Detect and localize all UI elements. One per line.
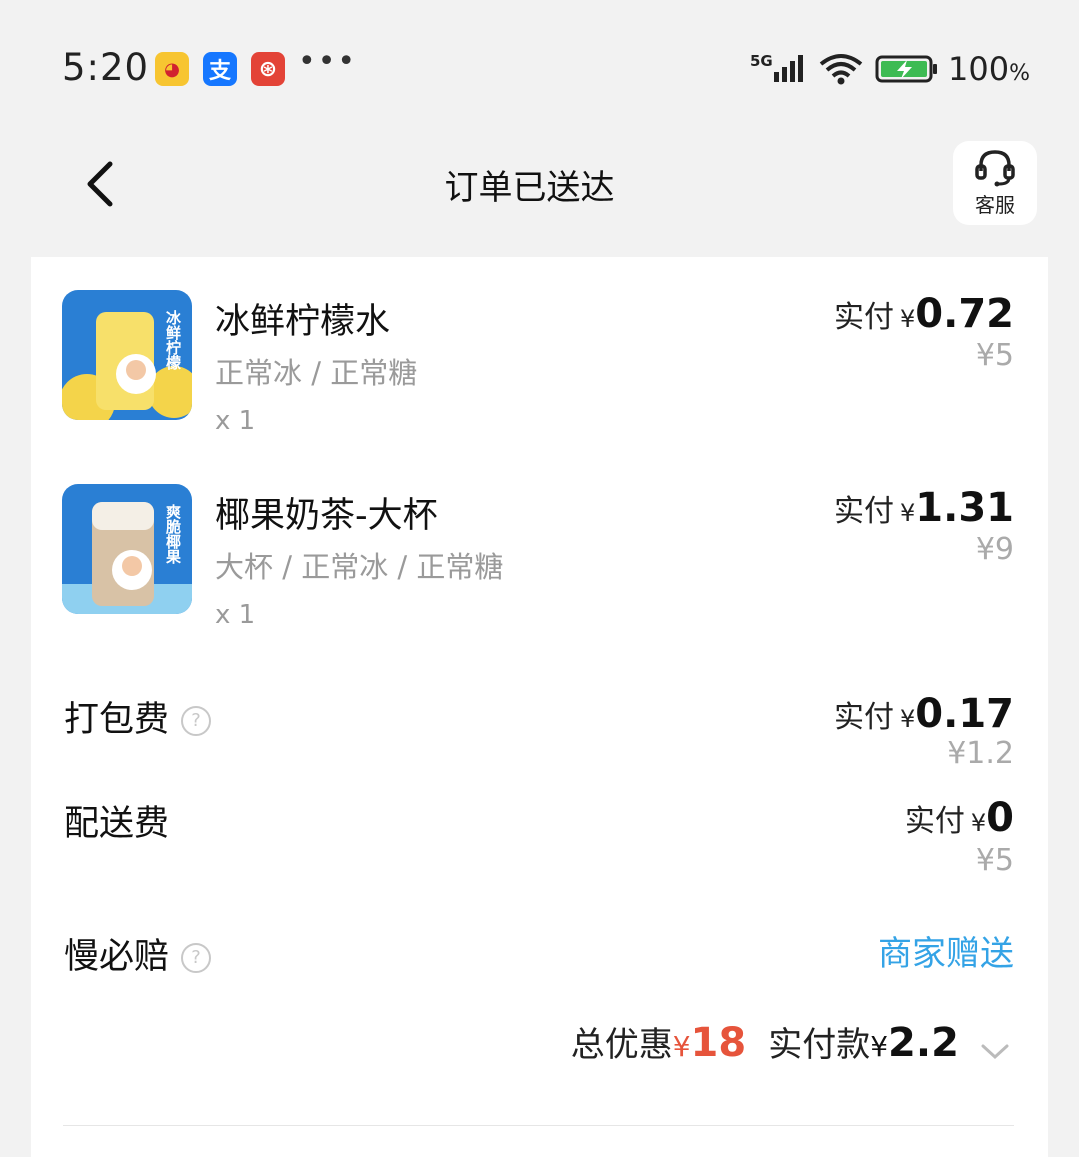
game-app-icon: ◕ xyxy=(155,52,189,86)
merchant-gift-text: 商家赠送 xyxy=(878,934,1014,974)
item-spec: 正常冰 / 正常糖 xyxy=(215,356,418,390)
item-quantity: x 1 xyxy=(215,600,256,630)
divider xyxy=(63,1125,1014,1126)
total-discount-value: 18 xyxy=(690,1020,747,1066)
product-thumbnail: 冰鲜柠檬 xyxy=(62,290,192,420)
total-discount-label: 总优惠 xyxy=(570,1025,673,1065)
item-paid-price: 实付 ¥0.72 xyxy=(834,291,1014,337)
netease-music-icon: ⊛ xyxy=(251,52,285,86)
customer-service-button[interactable]: 客服 xyxy=(953,141,1037,225)
order-detail-card: 冰鲜柠檬 冰鲜柠檬水 正常冰 / 正常糖 x 1 实付 ¥0.72 ¥5 爽脆椰果… xyxy=(31,257,1048,1157)
alipay-icon: 支 xyxy=(203,52,237,86)
amount-paid-label: 实付款 xyxy=(768,1025,871,1065)
payment-summary[interactable]: 总优惠¥18 实付款¥2.2 xyxy=(571,1017,1010,1066)
item-original-price: ¥9 xyxy=(975,532,1014,567)
packing-fee-original: ¥1.2 xyxy=(947,736,1014,771)
svg-text:冰鲜柠檬: 冰鲜柠檬 xyxy=(164,309,182,371)
delivery-fee-label: 配送费 xyxy=(64,804,170,844)
item-quantity: x 1 xyxy=(215,406,256,436)
item-original-price: ¥5 xyxy=(975,338,1014,373)
packing-fee-paid: 实付 ¥0.17 xyxy=(834,691,1014,737)
network-type-label: 5G xyxy=(750,52,773,70)
battery-percent: 100% xyxy=(948,50,1030,88)
headset-icon xyxy=(975,149,1015,186)
wifi-icon xyxy=(819,54,863,85)
help-icon[interactable]: ? xyxy=(181,706,212,736)
page-title: 订单已送达 xyxy=(444,168,615,208)
late-compensation-label: 慢必赔? xyxy=(64,928,212,979)
product-thumbnail: 爽脆椰果 xyxy=(62,484,192,614)
item-paid-price: 实付 ¥1.31 xyxy=(834,485,1014,531)
status-bar: 5:20 ◕ 支 ⊛ ••• 5G 100% xyxy=(0,0,1079,140)
status-time: 5:20 xyxy=(62,46,150,89)
customer-service-label: 客服 xyxy=(975,192,1015,217)
signal-icon: 5G xyxy=(750,52,803,82)
packing-fee-label: 打包费? xyxy=(64,691,212,742)
chevron-down-icon[interactable] xyxy=(980,1042,1010,1062)
delivery-fee-original: ¥5 xyxy=(975,843,1014,878)
item-name: 椰果奶茶-大杯 xyxy=(215,496,438,536)
delivery-fee-paid: 实付 ¥0 xyxy=(904,795,1014,841)
item-spec: 大杯 / 正常冰 / 正常糖 xyxy=(215,550,504,584)
amount-paid-value: 2.2 xyxy=(888,1020,959,1066)
more-dots-icon: ••• xyxy=(298,44,358,79)
help-icon[interactable]: ? xyxy=(181,943,212,973)
battery-icon xyxy=(875,55,937,83)
item-name: 冰鲜柠檬水 xyxy=(215,302,391,342)
svg-text:爽脆椰果: 爽脆椰果 xyxy=(164,503,182,565)
